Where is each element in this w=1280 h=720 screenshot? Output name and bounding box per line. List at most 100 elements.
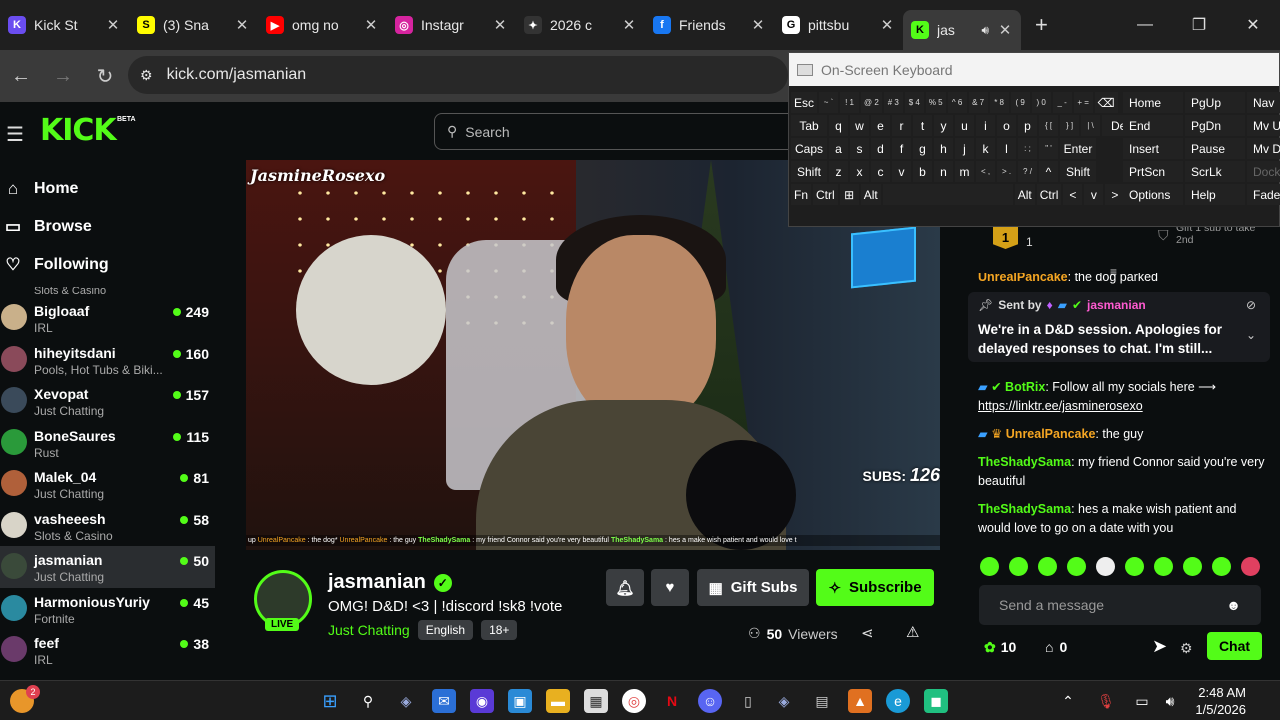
network-icon[interactable]: ▭ — [1130, 689, 1154, 713]
forward-button[interactable]: → — [42, 65, 84, 88]
osk-key[interactable]: > . — [997, 161, 1016, 182]
steam-2-icon[interactable]: ◈ — [772, 689, 796, 713]
osk-key[interactable]: Esc — [791, 92, 818, 113]
close-tab-icon[interactable]: ✕ — [363, 16, 379, 34]
restore-button[interactable]: ❐ — [1172, 0, 1226, 50]
emote-icon[interactable] — [1096, 557, 1115, 576]
app-3-icon[interactable]: ▲ — [848, 689, 872, 713]
close-tab-icon[interactable]: ✕ — [879, 16, 895, 34]
close-tab-icon[interactable]: ✕ — [234, 16, 250, 34]
osk-key[interactable] — [882, 184, 1013, 205]
osk-key[interactable]: $ 4 — [904, 92, 924, 113]
osk-key[interactable]: Mv Up — [1247, 115, 1280, 136]
pinned-message[interactable]: 📌︎ Sent by ♦ ▰ ✔ jasmanian We're in a D&… — [968, 292, 1270, 362]
browser-tab[interactable]: ✦ 2026 c ✕ — [516, 8, 645, 42]
browser-tab[interactable]: f Friends ✕ — [645, 8, 774, 42]
channel-item[interactable]: vasheeesh Slots & Casino 58 — [0, 505, 215, 547]
new-tab-button[interactable]: + — [1035, 12, 1048, 38]
chat-link[interactable]: https://linktr.ee/jasminerosexo — [978, 399, 1143, 413]
osk-key[interactable]: ( 9 — [1010, 92, 1030, 113]
streamer-name[interactable]: jasmanian — [328, 571, 426, 594]
emoji-icon[interactable]: ☻ — [1226, 597, 1241, 613]
osk-key[interactable]: Fade — [1247, 184, 1280, 205]
volume-icon[interactable]: 🔊︎ — [1158, 689, 1182, 713]
reload-button[interactable]: ↻ — [84, 64, 126, 89]
osk-key[interactable]: ~ ` — [819, 92, 839, 113]
osk-key[interactable]: Caps — [791, 138, 827, 159]
share-icon[interactable]: ⋖ — [861, 624, 874, 642]
close-tab-icon[interactable]: ✕ — [997, 21, 1013, 39]
osk-key[interactable]: { [ — [1039, 115, 1058, 136]
osk-key[interactable]: * 8 — [989, 92, 1009, 113]
channel-item[interactable]: Malek_04 Just Chatting 81 — [0, 463, 215, 505]
emote-icon[interactable] — [1009, 557, 1028, 576]
pinned-user[interactable]: jasmanian — [1087, 298, 1146, 312]
chrome-icon[interactable]: ◎ — [622, 689, 646, 713]
osk-key[interactable]: Help — [1185, 184, 1245, 205]
osk-key[interactable]: Tab — [791, 115, 827, 136]
emote-icon[interactable] — [1038, 557, 1057, 576]
channel-item[interactable]: Xevopat Just Chatting 157 — [0, 380, 215, 422]
task-view-icon[interactable]: ▣ — [508, 689, 532, 713]
osk-key[interactable]: w — [850, 115, 869, 136]
osk-key[interactable]: v — [1084, 184, 1104, 205]
microphone-icon[interactable]: 🎙︎ — [1094, 689, 1118, 713]
emote-icon[interactable] — [1154, 557, 1173, 576]
browser-tab[interactable]: Gpittsbu ✕ — [774, 8, 903, 42]
channel-points[interactable]: ✿ 10 — [984, 639, 1016, 656]
osk-key[interactable]: ? / — [1018, 161, 1037, 182]
osk-key[interactable]: d — [871, 138, 890, 159]
mail-icon[interactable]: ✉ — [432, 689, 456, 713]
osk-key[interactable]: Fn — [791, 184, 812, 205]
emote-icon[interactable] — [1212, 557, 1231, 576]
stream-category[interactable]: Just Chatting — [328, 622, 410, 638]
site-info-icon[interactable]: ⚙ — [140, 67, 153, 84]
osk-key[interactable]: t — [913, 115, 932, 136]
tag-mature[interactable]: 18+ — [481, 620, 518, 640]
app-4-icon[interactable]: ◼ — [924, 689, 948, 713]
osk-key[interactable]: f — [892, 138, 911, 159]
emote-icon[interactable] — [980, 557, 999, 576]
channel-item[interactable]: feef IRL 38 — [0, 629, 215, 671]
osk-key[interactable]: Home — [1123, 92, 1183, 113]
steam-icon[interactable]: ◈ — [394, 689, 418, 713]
osk-key[interactable]: & 7 — [968, 92, 988, 113]
osk-key[interactable]: Options — [1123, 184, 1183, 205]
app-icon[interactable]: ▯ — [736, 689, 760, 713]
osk-key[interactable]: y — [934, 115, 953, 136]
osk-key[interactable]: ⊞ — [839, 184, 859, 205]
osk-key[interactable]: u — [955, 115, 974, 136]
osk-key[interactable]: < , — [976, 161, 995, 182]
osk-key[interactable]: } ] — [1060, 115, 1079, 136]
back-button[interactable]: ← — [0, 65, 42, 88]
chat-username[interactable]: UnrealPancake — [1006, 427, 1096, 441]
osk-key[interactable]: Ctrl — [1036, 184, 1062, 205]
chat-settings-icon[interactable]: ⚙ — [1180, 640, 1193, 657]
close-tab-icon[interactable]: ✕ — [750, 16, 766, 34]
netflix-icon[interactable]: N — [660, 689, 684, 713]
osk-key[interactable]: Mv Dn — [1247, 138, 1280, 159]
app-2-icon[interactable]: ▤ — [810, 689, 834, 713]
taskbar-search-icon[interactable]: ⚲ — [356, 689, 380, 713]
chat-username[interactable]: BotRix — [1005, 380, 1045, 394]
kick-logo[interactable]: KICK — [40, 113, 117, 148]
osk-key[interactable]: q — [829, 115, 848, 136]
emote-icon[interactable] — [1067, 557, 1086, 576]
notification-bell-button[interactable]: 🔔︎ — [606, 569, 644, 606]
osk-key[interactable]: m — [955, 161, 974, 182]
start-icon[interactable]: ⊞ — [318, 689, 342, 713]
osk-key[interactable]: Insert — [1123, 138, 1183, 159]
subscribe-button[interactable]: ✧ Subscribe — [816, 569, 934, 606]
osk-key[interactable]: End — [1123, 115, 1183, 136]
tag-language[interactable]: English — [417, 620, 474, 640]
channel-item[interactable]: BoneSaures Rust 115 — [0, 422, 215, 464]
chat-input[interactable]: Send a message ☻ — [979, 585, 1261, 625]
osk-key[interactable]: + = — [1073, 92, 1093, 113]
osk-key[interactable]: @ 2 — [861, 92, 882, 113]
file-explorer-icon[interactable]: ▬ — [546, 689, 570, 713]
clock[interactable]: 2:48 AM 1/5/2026 — [1195, 684, 1246, 718]
osk-key[interactable]: c — [871, 161, 890, 182]
osk-key[interactable]: p — [1018, 115, 1037, 136]
osk-key[interactable]: Alt — [1014, 184, 1035, 205]
osk-key[interactable]: ^ 6 — [947, 92, 967, 113]
